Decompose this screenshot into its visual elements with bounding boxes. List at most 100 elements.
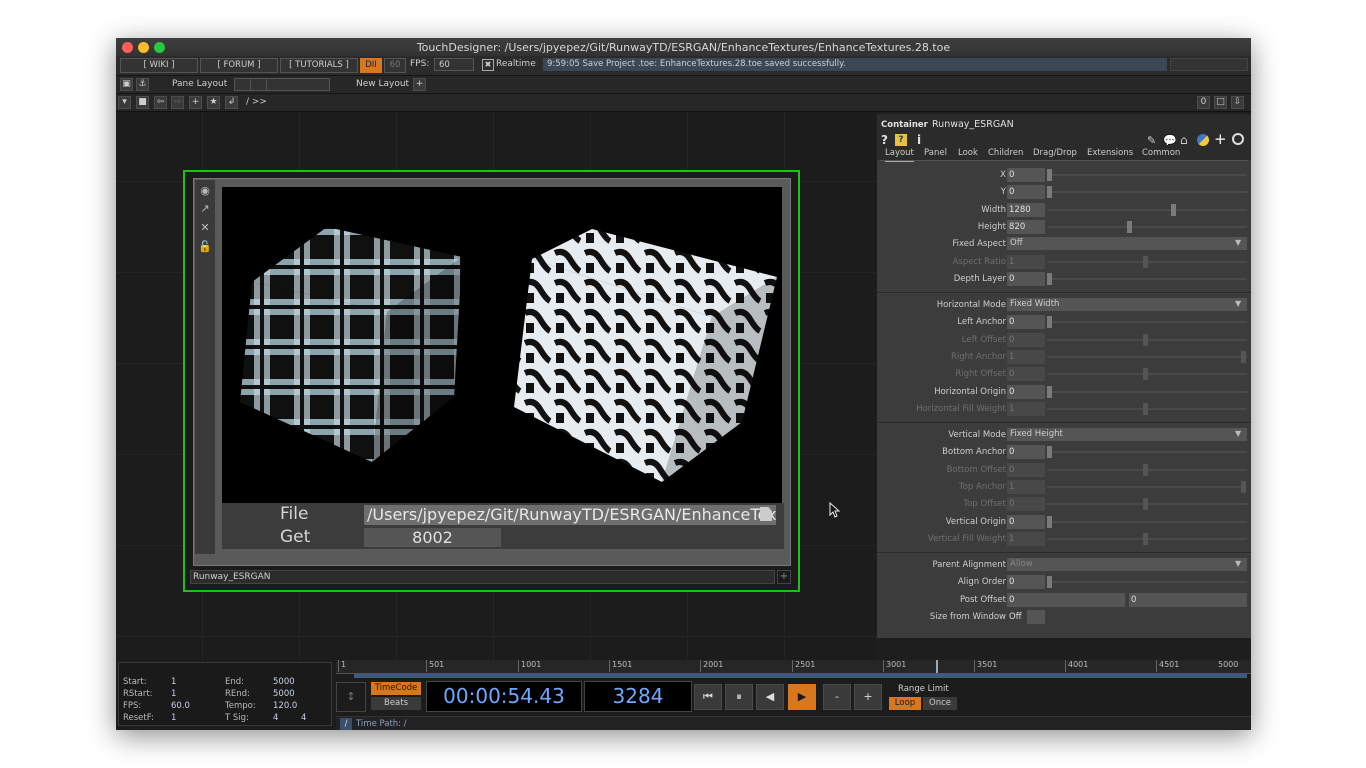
- range-bar[interactable]: [354, 674, 1247, 678]
- tutorials-button[interactable]: [ TUTORIALS ]: [280, 58, 358, 73]
- info-icon[interactable]: i: [917, 133, 921, 147]
- node-name-label[interactable]: Runway_ESRGAN: [190, 570, 775, 584]
- step-plus-button[interactable]: +: [854, 684, 882, 710]
- new-layout-label: New Layout: [356, 79, 410, 89]
- tab-drag-drop[interactable]: Drag/Drop: [1033, 147, 1077, 160]
- cubes-render: [240, 227, 777, 482]
- param-horizontal-origin: Horizontal Origin 0: [877, 384, 1251, 401]
- step-back-button[interactable]: ◀: [756, 684, 784, 710]
- touchdesigner-window: TouchDesigner: /Users/jpyepez/Git/Runway…: [116, 38, 1251, 730]
- edit-pencil-icon[interactable]: ✎: [1147, 134, 1156, 147]
- param-parent-alignment: Parent Alignment Allow ▼: [877, 557, 1251, 574]
- maximize-pane-icon[interactable]: □: [1214, 96, 1227, 109]
- get-port-field[interactable]: 8002: [364, 528, 501, 547]
- pane-layout-label: Pane Layout: [172, 79, 228, 89]
- param-post-offset: Post Offset 0 0: [877, 592, 1251, 609]
- rewind-to-start-button[interactable]: ⏮: [694, 684, 722, 710]
- python-help-icon[interactable]: ?: [895, 134, 907, 146]
- forum-button[interactable]: [ FORUM ]: [200, 58, 278, 73]
- param-vertical-fill-weight: Vertical Fill Weight 1: [877, 531, 1251, 548]
- parent-return-icon[interactable]: ↲: [225, 96, 238, 109]
- lock-icon[interactable]: 🔓: [198, 240, 212, 254]
- parameter-header: Container Runway_ESRGAN ? ? i ✎ 💬 ⌂ + La…: [877, 114, 1251, 162]
- param-vertical-mode: Vertical Mode Fixed Height ▼: [877, 427, 1251, 444]
- timecode-button[interactable]: TimeCode: [371, 682, 421, 695]
- param-horizontal-fill-weight: Horizontal Fill Weight 1: [877, 401, 1251, 418]
- status-extra-field: [1170, 58, 1248, 71]
- param-x: X 0: [877, 167, 1251, 184]
- pane-menu-icon[interactable]: ▾: [118, 96, 131, 109]
- playhead[interactable]: [936, 660, 938, 673]
- bypass-x-icon[interactable]: ✕: [198, 221, 212, 235]
- beats-button[interactable]: Beats: [371, 697, 421, 710]
- wiki-button[interactable]: [ WIKI ]: [120, 58, 198, 73]
- tab-common[interactable]: Common: [1142, 147, 1180, 160]
- loop-button[interactable]: Loop: [889, 697, 921, 710]
- window-title: TouchDesigner: /Users/jpyepez/Git/Runway…: [416, 41, 951, 54]
- realtime-checkbox[interactable]: ✖: [482, 59, 494, 71]
- pane-down-icon[interactable]: ⇩: [1231, 96, 1244, 109]
- compare-icon[interactable]: ⌂: [1180, 133, 1188, 147]
- ruler-tick: 2001: [700, 660, 723, 672]
- param-vertical-origin: Vertical Origin 0: [877, 514, 1251, 531]
- comment-icon[interactable]: 💬: [1163, 134, 1177, 147]
- dropdown-arrow-icon: ▼: [1235, 429, 1242, 438]
- pane-layout-presets[interactable]: [234, 78, 330, 91]
- node-sidebar: ◉ ↗ ✕ 🔓: [195, 180, 215, 554]
- ruler-tick: 501: [426, 660, 444, 672]
- parameter-dialog: Container Runway_ESRGAN ? ? i ✎ 💬 ⌂ + La…: [877, 114, 1251, 638]
- container-node[interactable]: ◉ ↗ ✕ 🔓 File /Users/jpyepez/Git/RunwayTD…: [183, 170, 800, 592]
- mouse-cursor-icon: [829, 502, 841, 518]
- tab-panel[interactable]: Panel: [924, 147, 947, 160]
- fps-badge: 60: [384, 58, 406, 73]
- param-top-offset: Top Offset 0: [877, 496, 1251, 513]
- target-icon[interactable]: [1232, 133, 1244, 145]
- network-path[interactable]: / >>: [246, 97, 267, 107]
- ruler-tick: 1001: [518, 660, 541, 672]
- time-path-label[interactable]: Time Path: /: [356, 719, 407, 729]
- add-custom-par-icon[interactable]: +: [1214, 130, 1227, 148]
- bookmark-star-icon[interactable]: ★: [207, 96, 220, 109]
- pane-anchor-icon[interactable]: ⚓: [136, 78, 149, 91]
- op-name-label[interactable]: Runway_ESRGAN: [932, 119, 1014, 130]
- timeline-left-handle[interactable]: ↕: [336, 682, 366, 712]
- pane-image-icon[interactable]: ▣: [120, 78, 133, 91]
- step-minus-button[interactable]: -: [823, 684, 851, 710]
- add-icon[interactable]: +: [189, 96, 202, 109]
- network-editor[interactable]: ◉ ↗ ✕ 🔓 File /Users/jpyepez/Git/RunwayTD…: [116, 112, 876, 660]
- param-right-anchor: Right Anchor 1: [877, 349, 1251, 366]
- new-layout-plus-button[interactable]: +: [413, 78, 426, 91]
- node-add-button[interactable]: +: [777, 570, 791, 584]
- tab-extensions[interactable]: Extensions: [1087, 147, 1133, 160]
- section-divider: [877, 292, 1251, 293]
- once-button[interactable]: Once: [923, 697, 957, 710]
- file-path-field[interactable]: /Users/jpyepez/Git/RunwayTD/ESRGAN/Enhan…: [364, 505, 776, 525]
- forward-arrow-icon[interactable]: ⇨: [171, 96, 184, 109]
- timecode-display[interactable]: 00:00:54.43: [426, 681, 582, 712]
- fps-field[interactable]: 60: [434, 58, 474, 71]
- ruler-tick: 1: [338, 660, 346, 672]
- timeline-ruler[interactable]: 1 501 1001 1501 2001 2501 3001 3501 4001…: [336, 660, 1251, 674]
- cook-graph-icon[interactable]: ↗: [198, 202, 212, 216]
- param-height: Height 820: [877, 219, 1251, 236]
- play-button[interactable]: ▶: [788, 684, 816, 710]
- timeline-settings[interactable]: Start: 1 End: 5000 RStart: 1 REnd: 5000 …: [118, 662, 332, 726]
- param-align-order: Align Order 0: [877, 574, 1251, 591]
- pause-button[interactable]: ⏸: [725, 684, 753, 710]
- dii-button[interactable]: DII: [360, 58, 382, 73]
- stop-icon[interactable]: ■: [136, 96, 149, 109]
- ruler-tick: 4001: [1065, 660, 1088, 672]
- time-path-root[interactable]: /: [340, 718, 352, 730]
- tab-children[interactable]: Children: [988, 147, 1023, 160]
- container-viewer[interactable]: ◉ ↗ ✕ 🔓 File /Users/jpyepez/Git/RunwayTD…: [193, 178, 791, 566]
- frame-display[interactable]: 3284: [584, 681, 692, 712]
- dropdown-arrow-icon: ▼: [1235, 238, 1242, 247]
- size-from-window-toggle[interactable]: [1027, 610, 1045, 624]
- viewer-toggle-icon[interactable]: ◉: [198, 184, 212, 198]
- tab-look[interactable]: Look: [958, 147, 978, 160]
- help-icon[interactable]: ?: [881, 133, 888, 147]
- section-divider: [877, 422, 1251, 423]
- back-arrow-icon[interactable]: ⇦: [154, 96, 167, 109]
- python-icon[interactable]: [1197, 134, 1209, 146]
- status-message: 9:59:05 Save Project .toe: EnhanceTextur…: [543, 58, 1167, 71]
